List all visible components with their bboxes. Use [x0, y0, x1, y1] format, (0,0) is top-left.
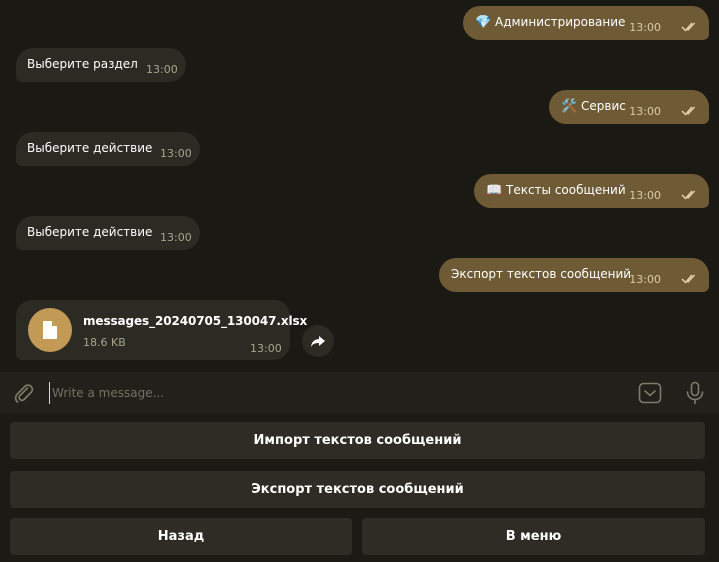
book-emoji: 📖	[486, 183, 503, 198]
back-button[interactable]: Назад	[10, 518, 352, 555]
message-text: Выберите действие	[27, 225, 153, 239]
file-download-button[interactable]	[28, 308, 72, 352]
outgoing-message: 🛠️ Сервис 13:00	[549, 90, 709, 124]
message-list[interactable]: 💎 Администрирование 13:00 Выберите раздел…	[0, 0, 719, 372]
message-time: 13:00	[629, 105, 661, 118]
message-text: Выберите действие	[27, 141, 153, 155]
incoming-message: Выберите раздел 13:00	[16, 48, 186, 82]
double-check-icon	[681, 190, 696, 200]
to-menu-button[interactable]: В меню	[362, 518, 705, 555]
double-check-icon	[681, 274, 696, 284]
keyboard-toggle-icon[interactable]	[638, 382, 662, 404]
outgoing-message: Экспорт текстов сообщений 13:00	[439, 258, 709, 292]
message-time: 13:00	[629, 189, 661, 202]
file-name[interactable]: messages_20240705_130047.xlsx	[83, 314, 307, 328]
file-message[interactable]: messages_20240705_130047.xlsx 18.6 KB 13…	[16, 300, 307, 360]
message-text: Выберите раздел	[27, 57, 138, 71]
import-messages-button[interactable]: Импорт текстов сообщений	[10, 422, 705, 459]
outgoing-message: 💎 Администрирование 13:00	[463, 6, 709, 40]
message-text: Экспорт текстов сообщений	[451, 267, 632, 281]
message-input[interactable]	[49, 382, 622, 404]
message-time: 13:00	[160, 231, 192, 244]
double-check-icon	[681, 22, 696, 32]
message-time: 13:00	[629, 21, 661, 34]
incoming-message: Выберите действие 13:00	[16, 216, 200, 250]
document-icon	[43, 321, 57, 339]
message-text: 📖 Тексты сообщений	[486, 183, 626, 198]
double-check-icon	[681, 106, 696, 116]
message-composer	[0, 372, 719, 414]
outgoing-message: 📖 Тексты сообщений 13:00	[474, 174, 709, 208]
export-messages-button[interactable]: Экспорт текстов сообщений	[10, 471, 705, 508]
file-size: 18.6 KB	[83, 336, 126, 349]
message-text: 🛠️ Сервис	[561, 99, 626, 114]
paperclip-icon[interactable]	[13, 382, 35, 404]
message-time: 13:00	[146, 63, 178, 76]
gem-emoji: 💎	[475, 15, 492, 30]
microphone-icon[interactable]	[685, 381, 705, 405]
forward-button[interactable]	[302, 325, 334, 357]
incoming-message: Выберите действие 13:00	[16, 132, 200, 166]
message-text: 💎 Администрирование	[475, 15, 626, 30]
message-time: 13:00	[250, 342, 282, 355]
message-time: 13:00	[160, 147, 192, 160]
tools-emoji: 🛠️	[561, 99, 578, 114]
forward-arrow-icon	[311, 336, 325, 347]
message-time: 13:00	[629, 273, 661, 286]
telegram-chat-window: 💎 Администрирование 13:00 Выберите раздел…	[0, 0, 719, 562]
